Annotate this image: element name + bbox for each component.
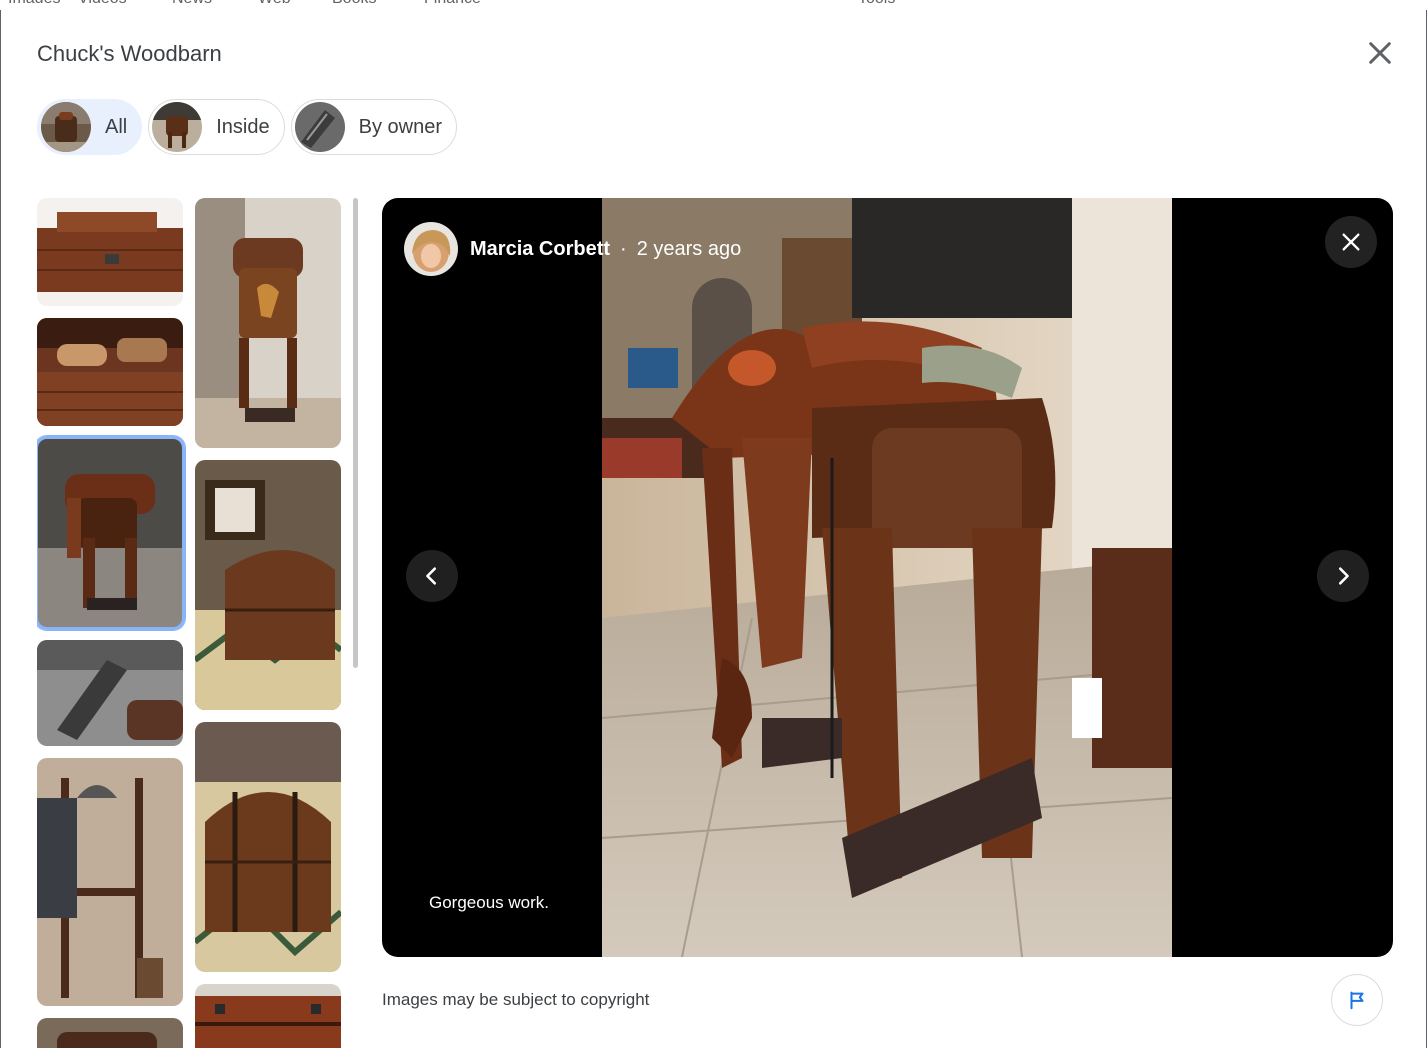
post-header: Marcia Corbett · 2 years ago: [404, 222, 741, 276]
thumbnail-wood-box[interactable]: [37, 198, 183, 306]
gallery-scrollbar[interactable]: [353, 198, 358, 668]
copyright-notice: Images may be subject to copyright: [382, 990, 650, 1009]
thumbnail-partial[interactable]: [37, 1018, 183, 1048]
chip-inside[interactable]: Inside: [148, 99, 285, 155]
chip-all[interactable]: All: [37, 99, 143, 155]
close-icon: [1342, 233, 1360, 251]
photo-viewer: Marcia Corbett · 2 years ago Gorgeous wo…: [382, 198, 1393, 957]
photo-dialog: Chuck's Woodbarn All Inside By owner Mar…: [1, 3, 1426, 1048]
flag-icon: [1350, 991, 1364, 1010]
close-icon: [1369, 42, 1391, 64]
report-button[interactable]: [1331, 974, 1383, 1026]
previous-photo-button[interactable]: [406, 550, 458, 602]
thumbnail-gallery: [37, 198, 347, 1048]
dialog-close-button[interactable]: [1364, 37, 1396, 69]
chip-inside-label: Inside: [216, 115, 270, 138]
thumbnail-red-trunk[interactable]: [195, 984, 341, 1048]
chip-all-thumbnail: [41, 102, 91, 152]
main-photo-saddle-stand: [602, 198, 1172, 957]
author-avatar[interactable]: [404, 222, 458, 276]
separator-dot: ·: [620, 237, 627, 260]
thumbnail-saddle-horse-logo[interactable]: [195, 198, 341, 448]
chip-by-owner[interactable]: By owner: [290, 99, 457, 155]
chip-all-label: All: [105, 115, 128, 138]
chip-by-owner-thumbnail: [294, 102, 345, 152]
chevron-right-icon: [1338, 567, 1349, 585]
thumbnail-saddle-stand-selected[interactable]: [37, 436, 185, 630]
filter-chips: All Inside By owner: [37, 99, 457, 155]
thumbnail-trunk-on-rug[interactable]: [195, 460, 341, 710]
post-age: 2 years ago: [636, 237, 742, 260]
thumbnail-coat-rack[interactable]: [37, 758, 183, 1006]
thumbnail-branding-iron[interactable]: [37, 640, 183, 746]
dialog-title: Chuck's Woodbarn: [37, 41, 222, 66]
chevron-left-icon: [426, 567, 437, 585]
photo-caption: Gorgeous work.: [429, 893, 549, 912]
chip-by-owner-label: By owner: [358, 115, 442, 138]
author-name[interactable]: Marcia Corbett: [470, 238, 610, 261]
thumbnail-domed-chest[interactable]: [195, 722, 341, 972]
viewer-close-button[interactable]: [1325, 216, 1377, 268]
chip-inside-thumbnail: [152, 102, 203, 152]
next-photo-button[interactable]: [1317, 550, 1369, 602]
thumbnail-open-box[interactable]: [37, 318, 183, 426]
